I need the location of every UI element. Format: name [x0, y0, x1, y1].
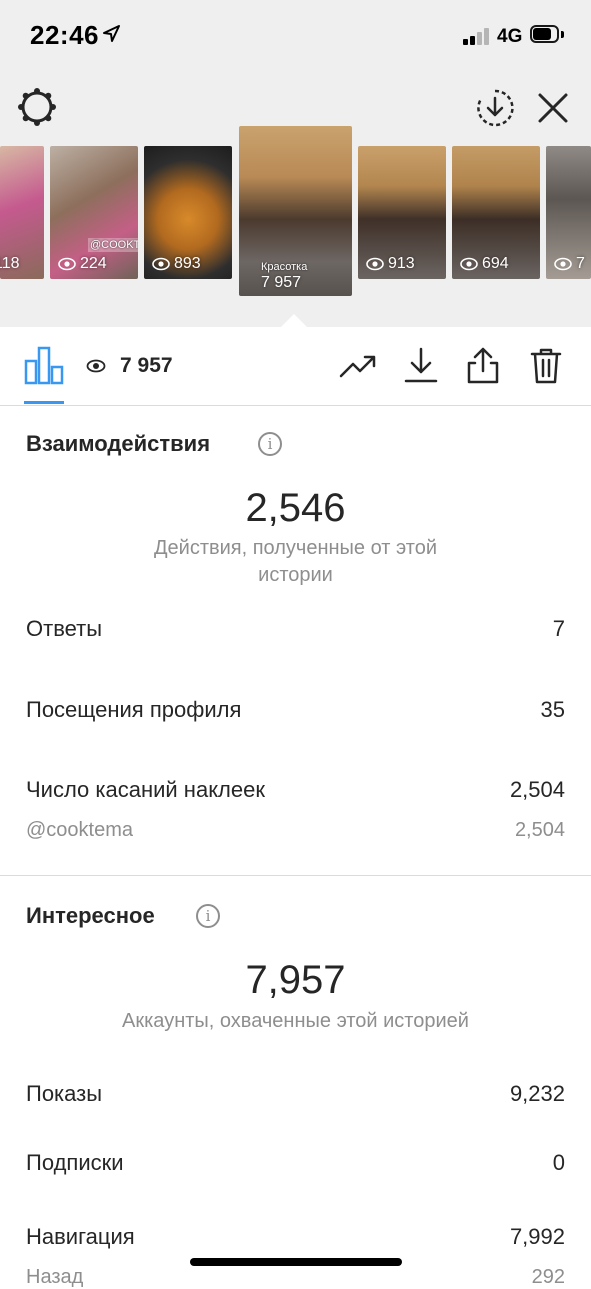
interactions-total: 2,546	[245, 486, 346, 530]
section-title-discovery: Интересное	[26, 903, 155, 928]
story-views: 913	[366, 255, 415, 273]
row-value-impressions: 9,232	[509, 1081, 565, 1106]
story-views: 224	[58, 255, 107, 273]
row-value-sticker-taps: 2,504	[509, 777, 565, 802]
eye-icon	[58, 257, 76, 271]
discovery-total: 7,957	[245, 958, 346, 1002]
network-label: 4G	[497, 26, 523, 47]
story-views: 893	[152, 255, 201, 273]
share-icon[interactable]	[463, 345, 503, 385]
row-label-back: Назад	[26, 1266, 84, 1288]
selection-pointer	[280, 314, 308, 328]
story-thumbnail[interactable]: 7	[546, 146, 591, 279]
section-divider	[0, 875, 591, 876]
row-value-navigation: 7,992	[509, 1224, 565, 1249]
views-tab[interactable]: 7 957	[86, 352, 173, 380]
row-label-replies: Ответы	[26, 616, 103, 641]
story-caption: Красотка	[261, 261, 308, 273]
eye-icon	[554, 257, 572, 271]
signal-icon	[463, 27, 493, 45]
row-label-impressions: Показы	[26, 1081, 103, 1106]
story-thumbnail[interactable]: 913	[358, 146, 446, 279]
info-icon[interactable]: i	[196, 904, 220, 928]
eye-icon	[460, 257, 478, 271]
story-views: 118	[0, 255, 20, 272]
story-thumbnail[interactable]: 893	[144, 146, 232, 279]
row-value-back: 292	[531, 1266, 565, 1288]
row-label-navigation: Навигация	[26, 1224, 135, 1249]
story-views: 7	[554, 255, 585, 273]
row-label-mention: @cooktema	[26, 819, 134, 841]
row-value-mention: 2,504	[514, 819, 565, 841]
eye-icon	[86, 359, 106, 373]
story-thumbnail[interactable]: @COOKTEMA 224	[50, 146, 138, 279]
view-count: 7 957	[120, 354, 173, 377]
bar-chart-icon[interactable]	[24, 345, 64, 385]
active-tab-indicator	[24, 401, 64, 404]
info-icon[interactable]: i	[258, 432, 282, 456]
battery-icon	[530, 25, 564, 45]
interactions-total-label: Действия, полученные от этой истории	[153, 537, 437, 586]
location-arrow-icon	[103, 25, 120, 42]
home-indicator[interactable]	[190, 1258, 402, 1266]
section-title-interactions: Взаимодействия	[26, 431, 211, 456]
close-icon[interactable]	[535, 90, 571, 126]
story-thumbnail[interactable]: 118	[0, 146, 44, 279]
status-bar: 22:46 4G	[0, 0, 591, 72]
row-value-replies: 7	[552, 616, 565, 641]
row-label-sticker-taps: Число касаний наклеек	[26, 777, 265, 802]
discovery-total-label: Аккаунты, охваченные этой историей	[122, 1010, 469, 1032]
trend-up-icon[interactable]	[338, 345, 378, 385]
story-caption: @COOKTEMA	[88, 238, 138, 252]
row-value-profile-visits: 35	[540, 697, 565, 722]
trash-icon[interactable]	[526, 345, 566, 385]
row-value-follows: 0	[552, 1150, 565, 1175]
story-thumbnails: 118 @COOKTEMA 224 893 Красотка 7 957 913	[0, 126, 591, 316]
status-time: 22:46	[30, 20, 99, 50]
download-icon[interactable]	[401, 345, 441, 385]
story-thumbnail-current[interactable]: Красотка 7 957	[239, 126, 352, 296]
eye-icon	[366, 257, 384, 271]
story-views: 7 957	[261, 274, 302, 291]
row-label-profile-visits: Посещения профиля	[26, 697, 242, 722]
row-label-follows: Подписки	[26, 1150, 124, 1175]
gear-icon[interactable]	[16, 86, 58, 128]
story-views: 694	[460, 255, 509, 273]
eye-icon	[152, 257, 170, 271]
story-thumbnail[interactable]: 694	[452, 146, 540, 279]
download-circle-icon[interactable]	[475, 88, 515, 128]
